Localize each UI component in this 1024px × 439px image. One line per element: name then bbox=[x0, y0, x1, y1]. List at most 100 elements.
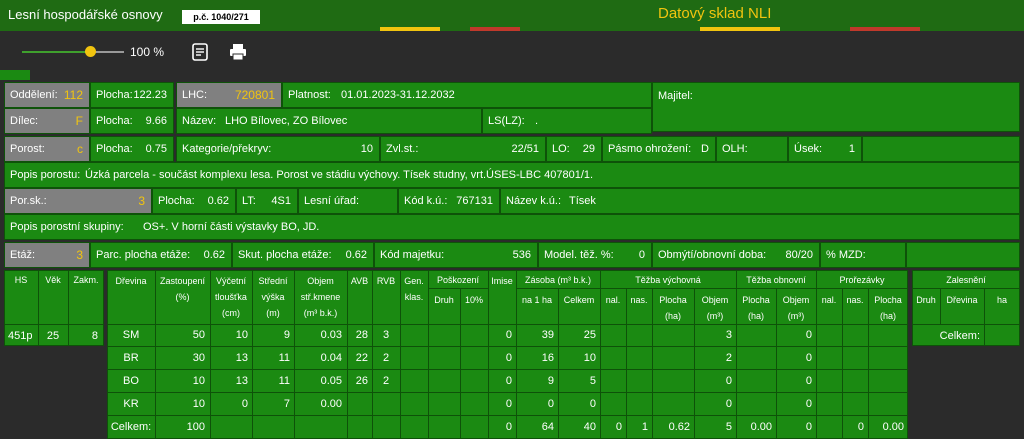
row-bo-na1ha: 9 bbox=[547, 375, 554, 387]
row-br-rvb: 2 bbox=[382, 352, 390, 364]
plocha-porost-field: Plocha: 0.75 bbox=[90, 136, 174, 162]
row-kr-obj: 0.00 bbox=[320, 398, 342, 410]
row-kr-tv-objem: 0 bbox=[725, 398, 732, 410]
row-sm-rvb: 3 bbox=[382, 329, 390, 341]
total-to-objem: 0 bbox=[805, 421, 812, 433]
hs-header: HS bbox=[14, 275, 28, 285]
row-bo-rvb: 2 bbox=[382, 375, 390, 387]
h-tv-objem-unit: (m³) bbox=[706, 311, 724, 321]
empty-cell bbox=[862, 136, 1020, 162]
parc-plocha-field: Parc. plocha etáže: 0.62 bbox=[90, 242, 232, 268]
row-kr-to-objem: 0 bbox=[805, 398, 812, 410]
plocha-porsk-field: Plocha: 0.62 bbox=[152, 188, 236, 214]
h-to-plocha: Plocha bbox=[742, 295, 770, 305]
row-sm-to-objem: 0 bbox=[805, 329, 812, 341]
zalesneni-title: Zalesnění bbox=[946, 275, 986, 285]
lo-field: LO: 29 bbox=[546, 136, 602, 162]
zakm-header: Zakm. bbox=[73, 275, 99, 285]
total-zast: 100 bbox=[186, 421, 205, 433]
h-zasoba: Zásoba (m³ b.k.) bbox=[524, 275, 591, 285]
row-sm-obj: 0.03 bbox=[320, 329, 342, 341]
zoom-slider-track[interactable] bbox=[22, 51, 92, 53]
pasmo-field: Pásmo ohrožení: D bbox=[602, 136, 716, 162]
row-br-zast: 30 bbox=[192, 352, 205, 364]
total-pr-nas: 0 bbox=[857, 421, 864, 433]
row-kr-str: 7 bbox=[283, 398, 290, 410]
row-bo-str: 11 bbox=[278, 375, 290, 387]
h-objem-unit: (m³ b.k.) bbox=[303, 308, 338, 318]
row-kr-drevina: KR bbox=[123, 398, 139, 410]
h-drevina: Dřevina bbox=[115, 276, 147, 286]
h-na1ha: na 1 ha bbox=[521, 295, 553, 305]
row-br-avb: 22 bbox=[355, 352, 368, 364]
lt-field: LT: 4S1 bbox=[236, 188, 298, 214]
olh-field: OLH: bbox=[716, 136, 788, 162]
row-br-str: 11 bbox=[278, 352, 290, 364]
zalesneni-ha: ha bbox=[996, 295, 1007, 305]
row-br-drevina: BR bbox=[123, 352, 139, 364]
h-gen: Gen. bbox=[404, 276, 424, 286]
h-to-objem-unit: (m³) bbox=[787, 311, 805, 321]
row-br-vyc: 13 bbox=[235, 352, 248, 364]
h-to-plocha-unit: (ha) bbox=[747, 311, 764, 321]
h-stredni-unit: (m) bbox=[266, 308, 280, 318]
zoom-slider-rest[interactable] bbox=[92, 51, 124, 53]
h-tv-nas: nas. bbox=[630, 295, 648, 305]
h-pr-plocha-unit: (ha) bbox=[879, 311, 896, 321]
h-to-objem: Objem bbox=[782, 295, 810, 305]
print-icon[interactable] bbox=[229, 43, 247, 61]
zvl-field: Zvl.st.: 22/51 bbox=[380, 136, 546, 162]
empty-cell bbox=[906, 242, 1020, 268]
h-vycetni-2: tloušťka bbox=[215, 292, 247, 302]
popis-porostu: Popis porostu: Úzká parcela - součást kom… bbox=[4, 162, 1020, 188]
plocha-oddeleni-field: Plocha: 122.23 bbox=[90, 82, 174, 108]
mzd-field: % MZD: bbox=[820, 242, 906, 268]
row-sm-str: 9 bbox=[283, 329, 290, 341]
row-bo-to-objem: 0 bbox=[805, 375, 812, 387]
row-br-celkem: 10 bbox=[583, 352, 596, 364]
row-kr-vyc: 0 bbox=[241, 398, 248, 410]
row-br-tv-objem: 2 bbox=[725, 352, 732, 364]
row-sm-imise: 0 bbox=[505, 329, 512, 341]
row-br-na1ha: 16 bbox=[541, 352, 554, 364]
notes-icon[interactable] bbox=[191, 43, 209, 61]
plocha-dilec-field: Plocha: 9.66 bbox=[90, 108, 174, 134]
row-bo-avb: 26 bbox=[355, 375, 368, 387]
datawarehouse-title: Datový sklad NLI bbox=[658, 5, 772, 22]
row-br-imise: 0 bbox=[505, 352, 512, 364]
majitel-field: Majitel: bbox=[652, 82, 1020, 132]
row-sm-zast: 50 bbox=[192, 329, 205, 341]
row-bo-tv-objem: 0 bbox=[725, 375, 732, 387]
h-tezba-vychovna: Těžba výchovná bbox=[635, 275, 701, 285]
h-vycetni: Výčetní bbox=[215, 276, 246, 286]
h-tv-nal: nal. bbox=[605, 295, 621, 305]
zoom-level: 100 % bbox=[130, 45, 165, 59]
total-celkem: 40 bbox=[583, 421, 596, 433]
ls-field: LS(LZ):. bbox=[482, 108, 652, 134]
zalesneni-drevina: Dřevina bbox=[946, 295, 978, 305]
total-tv-plocha: 0.62 bbox=[668, 421, 690, 433]
total-tv-nal: 0 bbox=[615, 421, 622, 433]
zoom-slider-handle[interactable] bbox=[85, 46, 96, 57]
total-tv-objem: 5 bbox=[725, 421, 732, 433]
h-tezba-obnovni: Těžba obnovní bbox=[746, 275, 806, 285]
kod-ku-field: Kód k.ú.: 767131 bbox=[398, 188, 500, 214]
popis-skupiny: Popis porostní skupiny: OS+. V horní část… bbox=[4, 214, 1020, 240]
h-tv-plocha-unit: (ha) bbox=[664, 311, 681, 321]
total-to-plocha: 0.00 bbox=[750, 421, 772, 433]
usek-field: Úsek: 1 bbox=[788, 136, 862, 162]
kod-majetku-field: Kód majetku: 536 bbox=[374, 242, 538, 268]
row-sm-tv-objem: 3 bbox=[725, 329, 732, 341]
h-tv-objem: Objem bbox=[701, 295, 729, 305]
h-10pct: 10% bbox=[464, 295, 483, 305]
row-kr-celkem: 0 bbox=[589, 398, 596, 410]
h-tv-plocha: Plocha bbox=[659, 295, 687, 305]
total-pr-plocha: 0.00 bbox=[882, 421, 904, 433]
zakm-value: 8 bbox=[91, 330, 98, 342]
vek-value: 25 bbox=[46, 330, 60, 342]
row-bo-vyc: 13 bbox=[235, 375, 248, 387]
row-sm-na1ha: 39 bbox=[541, 329, 554, 341]
h-stredni-2: výška bbox=[261, 292, 285, 302]
h-pr-plocha: Plocha bbox=[874, 295, 902, 305]
total-label: Celkem: bbox=[110, 421, 152, 433]
